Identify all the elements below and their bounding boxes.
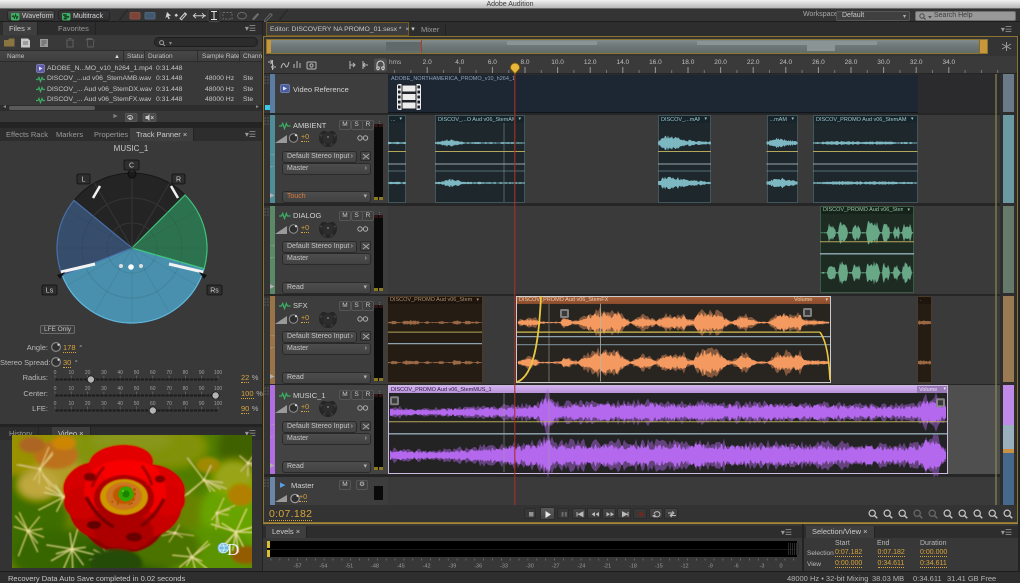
svg-text:0: 0 bbox=[779, 564, 782, 570]
svg-text:40: 40 bbox=[117, 386, 123, 392]
svg-text:80: 80 bbox=[183, 401, 189, 407]
svg-text:10: 10 bbox=[69, 401, 75, 407]
svg-text:28.0: 28.0 bbox=[845, 59, 858, 66]
svg-text:D: D bbox=[227, 540, 239, 559]
svg-text:-54: -54 bbox=[319, 564, 327, 570]
svg-text:80: 80 bbox=[183, 386, 189, 392]
svg-text:20: 20 bbox=[85, 370, 91, 376]
svg-text:-48: -48 bbox=[371, 564, 379, 570]
svg-text:50: 50 bbox=[134, 370, 140, 376]
svg-text:-36: -36 bbox=[474, 564, 482, 570]
svg-text:30: 30 bbox=[101, 386, 107, 392]
svg-text:-12: -12 bbox=[681, 564, 689, 570]
svg-text:20: 20 bbox=[85, 386, 91, 392]
svg-text:18.0: 18.0 bbox=[682, 59, 695, 66]
svg-text:30: 30 bbox=[101, 370, 107, 376]
svg-text:-9: -9 bbox=[708, 564, 713, 570]
svg-text:-30: -30 bbox=[526, 564, 534, 570]
svg-text:24.0: 24.0 bbox=[779, 59, 792, 66]
svg-text:100: 100 bbox=[214, 401, 223, 407]
svg-text:60: 60 bbox=[150, 401, 156, 407]
svg-text:4.0: 4.0 bbox=[455, 59, 464, 66]
svg-text:-27: -27 bbox=[552, 564, 560, 570]
svg-text:12.0: 12.0 bbox=[584, 59, 597, 66]
svg-text:34.0: 34.0 bbox=[942, 59, 955, 66]
svg-text:-15: -15 bbox=[655, 564, 663, 570]
svg-text:20.0: 20.0 bbox=[714, 59, 727, 66]
svg-text:-21: -21 bbox=[603, 564, 611, 570]
svg-text:0: 0 bbox=[54, 370, 57, 376]
svg-text:L: L bbox=[82, 177, 86, 184]
svg-text:-57: -57 bbox=[294, 564, 302, 570]
svg-text:70: 70 bbox=[166, 386, 172, 392]
svg-text:100: 100 bbox=[214, 370, 223, 376]
svg-text:60: 60 bbox=[150, 370, 156, 376]
svg-text:-3: -3 bbox=[760, 564, 765, 570]
svg-text:10: 10 bbox=[69, 386, 75, 392]
svg-text:-42: -42 bbox=[423, 564, 431, 570]
svg-text:-24: -24 bbox=[577, 564, 585, 570]
svg-text:40: 40 bbox=[117, 370, 123, 376]
svg-text:30: 30 bbox=[101, 401, 107, 407]
svg-text:R: R bbox=[176, 177, 181, 184]
svg-text:70: 70 bbox=[166, 370, 172, 376]
svg-text:20: 20 bbox=[85, 401, 91, 407]
svg-text:40: 40 bbox=[117, 401, 123, 407]
svg-text:22.0: 22.0 bbox=[747, 59, 760, 66]
svg-text:-39: -39 bbox=[448, 564, 456, 570]
svg-text:6.0: 6.0 bbox=[488, 59, 497, 66]
svg-text:80: 80 bbox=[183, 370, 189, 376]
svg-text:90: 90 bbox=[199, 401, 205, 407]
svg-text:C: C bbox=[129, 163, 134, 170]
svg-text:26.0: 26.0 bbox=[812, 59, 825, 66]
svg-text:hms: hms bbox=[389, 59, 402, 66]
svg-text:32.0: 32.0 bbox=[910, 59, 923, 66]
svg-text:0: 0 bbox=[54, 386, 57, 392]
svg-text:16.0: 16.0 bbox=[649, 59, 662, 66]
svg-text:30.0: 30.0 bbox=[877, 59, 890, 66]
svg-text:Ls: Ls bbox=[46, 288, 54, 295]
svg-text:2.0: 2.0 bbox=[423, 59, 432, 66]
svg-text:14.0: 14.0 bbox=[616, 59, 629, 66]
svg-text:Rs: Rs bbox=[210, 288, 219, 295]
svg-text:50: 50 bbox=[134, 386, 140, 392]
svg-text:70: 70 bbox=[166, 401, 172, 407]
svg-text:90: 90 bbox=[199, 370, 205, 376]
svg-text:-6: -6 bbox=[734, 564, 739, 570]
svg-text:10: 10 bbox=[69, 370, 75, 376]
svg-text:90: 90 bbox=[199, 386, 205, 392]
svg-text:-45: -45 bbox=[397, 564, 405, 570]
svg-text:-51: -51 bbox=[345, 564, 353, 570]
svg-text:60: 60 bbox=[150, 386, 156, 392]
svg-text:-33: -33 bbox=[500, 564, 508, 570]
svg-text:100: 100 bbox=[214, 386, 223, 392]
svg-text:-18: -18 bbox=[629, 564, 637, 570]
svg-text:10.0: 10.0 bbox=[551, 59, 564, 66]
svg-text:0: 0 bbox=[54, 401, 57, 407]
svg-text:50: 50 bbox=[134, 401, 140, 407]
